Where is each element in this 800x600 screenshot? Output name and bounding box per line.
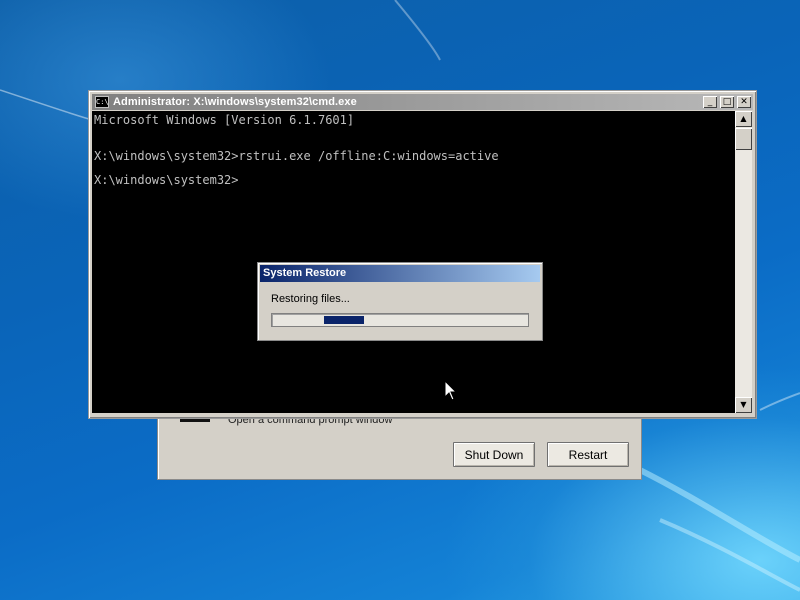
shut-down-button[interactable]: Shut Down xyxy=(453,442,535,467)
system-restore-dialog: System Restore Restoring files... xyxy=(257,262,543,341)
command-prompt-window: C:\ Administrator: X:\windows\system32\c… xyxy=(88,90,757,419)
arrow-cursor-icon xyxy=(444,380,458,401)
console-line: X:\windows\system32> xyxy=(94,173,239,187)
scrollbar-thumb[interactable] xyxy=(735,128,752,150)
command-prompt-icon: C:\ xyxy=(95,96,109,108)
cmd-titlebar[interactable]: C:\ Administrator: X:\windows\system32\c… xyxy=(92,94,753,110)
console-line: X:\windows\system32>rstrui.exe /offline:… xyxy=(94,149,499,163)
restart-button[interactable]: Restart xyxy=(547,442,629,467)
close-button[interactable]: ✕ xyxy=(737,96,751,108)
console-line: Microsoft Windows [Version 6.1.7601] xyxy=(94,113,355,127)
system-restore-title[interactable]: System Restore xyxy=(260,265,540,282)
restore-progress-bar xyxy=(271,313,529,327)
maximize-button[interactable]: □ xyxy=(720,96,734,108)
minimize-button[interactable]: _ xyxy=(703,96,717,108)
progress-marquee-block xyxy=(324,316,364,324)
cmd-window-title: Administrator: X:\windows\system32\cmd.e… xyxy=(113,96,357,108)
scroll-up-arrow-icon[interactable]: ▲ xyxy=(735,111,752,127)
scroll-down-arrow-icon[interactable]: ▼ xyxy=(735,397,752,413)
vertical-scrollbar[interactable]: ▲ ▼ xyxy=(735,111,752,413)
restore-status-text: Restoring files... xyxy=(271,293,350,305)
